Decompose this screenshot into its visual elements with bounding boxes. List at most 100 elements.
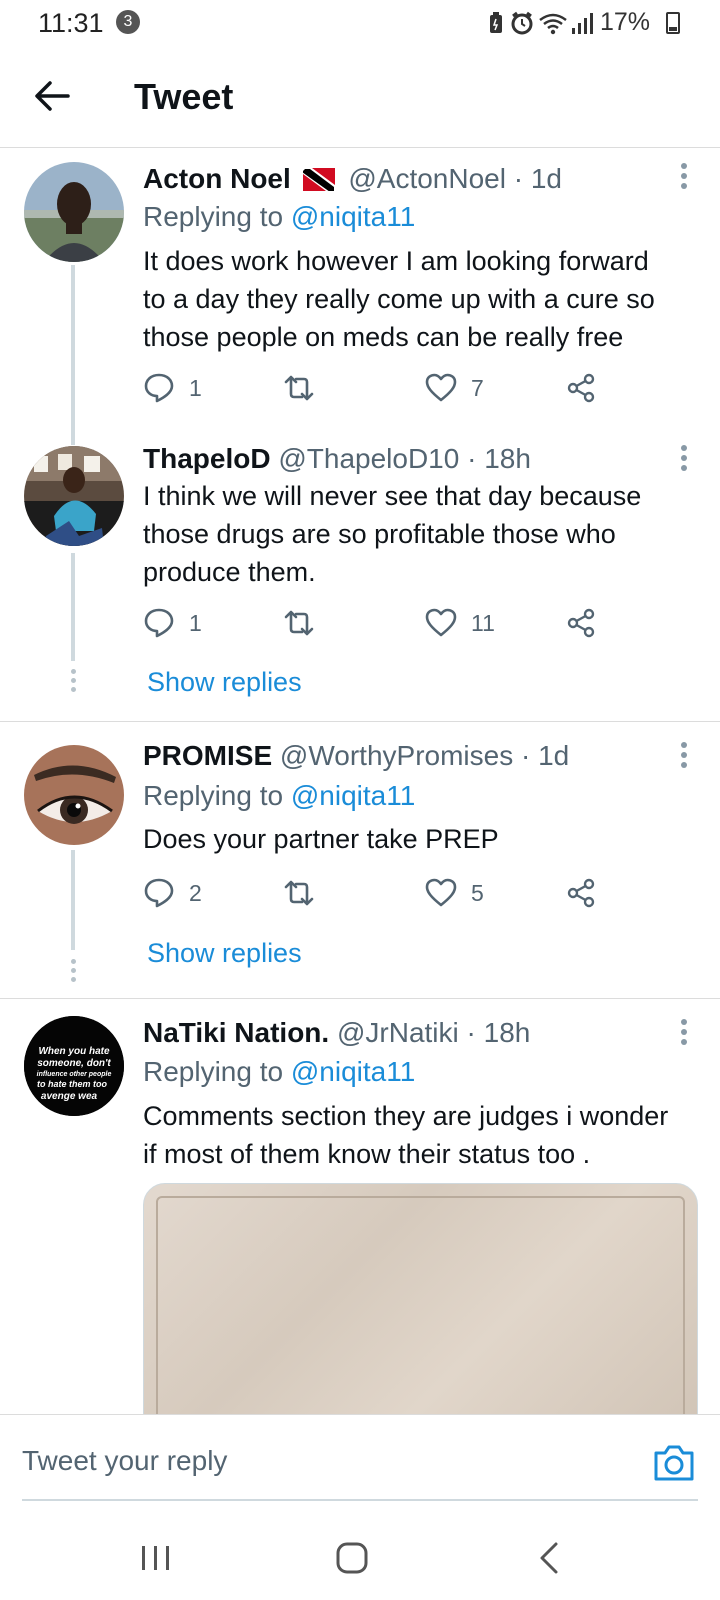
replying-label: Replying to (143, 780, 284, 811)
tweet-item[interactable]: When you hate someone, don't influence o… (0, 999, 720, 1414)
author-handle[interactable]: @ActonNoel (348, 163, 506, 194)
author-name[interactable]: PROMISE (143, 740, 272, 771)
author-handle[interactable]: @WorthyPromises (280, 740, 513, 771)
tweet-header: PROMISE @WorthyPromises · 1d (143, 740, 569, 772)
like-button[interactable]: 7 (425, 368, 484, 408)
like-count: 7 (471, 374, 484, 401)
more-options-icon[interactable] (672, 445, 696, 477)
avatar-text: When you hate (38, 1046, 110, 1057)
alarm-icon (511, 11, 533, 35)
author-handle[interactable]: @ThapeloD10 (278, 443, 459, 474)
tweet-header: NaTiki Nation. @JrNatiki · 18h (143, 1017, 530, 1049)
tweet-text-line: I think we will never see that day becau… (143, 481, 642, 511)
heart-icon (425, 608, 457, 637)
recent-apps-icon[interactable] (134, 1538, 178, 1578)
thread-line (71, 850, 75, 950)
thread-dots (69, 959, 77, 983)
avatar[interactable] (24, 162, 124, 262)
tweet-item[interactable]: ThapeloD @ThapeloD10 · 18h I think we wi… (0, 429, 720, 721)
avatar[interactable] (24, 745, 124, 845)
avatar[interactable]: When you hate someone, don't influence o… (24, 1016, 124, 1116)
tweet-text: Comments section they are judges i wonde… (143, 1097, 703, 1173)
tweet-text-line: those drugs are so profitable those who (143, 519, 616, 549)
media-frame (156, 1196, 685, 1414)
reply-button[interactable]: 1 (143, 603, 202, 643)
tweet-media-image[interactable] (143, 1183, 698, 1414)
thread-line (71, 553, 75, 661)
flag-icon (302, 168, 335, 191)
retweet-button[interactable] (283, 603, 329, 643)
retweet-button[interactable] (283, 368, 329, 408)
share-button[interactable] (565, 368, 597, 408)
tweet-time: 18h (483, 1017, 531, 1048)
reply-button[interactable]: 1 (143, 368, 202, 408)
replying-label: Replying to (143, 1056, 284, 1087)
author-handle[interactable]: @JrNatiki (337, 1017, 459, 1048)
tweet-header: Acton Noel @ActonNoel · 1d (143, 163, 562, 195)
tweet-text-line: to a day they really come up with a cure… (143, 284, 655, 314)
replying-to: Replying to @niqita11 (143, 201, 415, 233)
more-options-icon[interactable] (672, 742, 696, 774)
like-button[interactable]: 11 (425, 603, 495, 643)
reply-icon (144, 373, 174, 403)
reply-input[interactable] (22, 1445, 622, 1477)
mention-link[interactable]: @niqita11 (291, 780, 415, 811)
tweet-text-line: produce them. (143, 557, 316, 587)
more-options-icon[interactable] (672, 163, 696, 195)
mention-link[interactable]: @niqita11 (291, 201, 415, 232)
share-button[interactable] (565, 873, 597, 913)
share-icon (567, 608, 595, 638)
more-options-icon[interactable] (672, 1019, 696, 1051)
tweet-item[interactable]: Acton Noel @ActonNoel · 1d Replying to @… (0, 149, 720, 429)
like-count: 11 (471, 609, 495, 636)
status-icons (490, 11, 593, 35)
author-name[interactable]: ThapeloD (143, 443, 271, 474)
avatar-text: avenge wea (41, 1091, 98, 1102)
retweet-button[interactable] (283, 873, 329, 913)
author-name[interactable]: NaTiki Nation. (143, 1017, 329, 1048)
camera-icon[interactable] (652, 1443, 696, 1483)
tweet-text-line: It does work however I am looking forwar… (143, 246, 649, 276)
tweet-actions: 1 7 (143, 368, 623, 408)
battery-icon (666, 12, 680, 34)
signal-icon (572, 13, 593, 34)
retweet-icon (284, 880, 314, 906)
back-icon[interactable] (528, 1538, 572, 1578)
battery-saver-icon (490, 12, 502, 33)
status-bar: 11:31 3 17% (0, 0, 720, 48)
replying-to: Replying to @niqita11 (143, 780, 415, 812)
reply-button[interactable]: 2 (143, 873, 202, 913)
mention-link[interactable]: @niqita11 (291, 1056, 415, 1087)
heart-icon (425, 373, 457, 402)
tweet-header: ThapeloD @ThapeloD10 · 18h (143, 443, 531, 475)
tweet-text-line: Does your partner take PREP (143, 824, 499, 854)
battery-level: 17% (600, 8, 651, 36)
input-underline (22, 1499, 698, 1501)
show-replies-link[interactable]: Show replies (147, 938, 302, 969)
share-button[interactable] (565, 603, 597, 643)
reply-icon (144, 878, 174, 908)
like-count: 5 (471, 879, 484, 906)
tweet-text: It does work however I am looking forwar… (143, 242, 703, 356)
tweet-actions: 2 5 (143, 873, 623, 913)
arrow-left-icon[interactable] (30, 74, 74, 118)
separator: · (521, 740, 531, 771)
thread-line (71, 265, 75, 429)
separator: · (467, 443, 477, 474)
reply-count: 1 (189, 374, 202, 401)
tweet-text: I think we will never see that day becau… (143, 477, 703, 591)
avatar[interactable] (24, 446, 124, 546)
tweet-text: Does your partner take PREP (143, 820, 703, 858)
tweet-actions: 1 11 (143, 603, 623, 643)
reply-feed: Acton Noel @ActonNoel · 1d Replying to @… (0, 149, 720, 1414)
home-icon[interactable] (330, 1538, 374, 1578)
tweet-text-line: those people on meds can be really free (143, 322, 624, 352)
avatar-text: someone, don't (37, 1058, 111, 1069)
thread-dots (69, 669, 77, 693)
tweet-item[interactable]: PROMISE @WorthyPromises · 1d Replying to… (0, 722, 720, 998)
system-nav-bar (0, 1514, 720, 1600)
like-button[interactable]: 5 (425, 873, 484, 913)
show-replies-link[interactable]: Show replies (147, 667, 302, 698)
notification-count-badge: 3 (116, 10, 140, 34)
author-name[interactable]: Acton Noel (143, 163, 291, 194)
